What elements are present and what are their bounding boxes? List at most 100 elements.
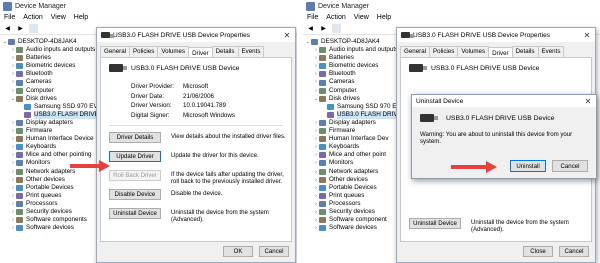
prop-value: 21/06/2006 <box>183 92 214 100</box>
tree-item-label: Portable Devices <box>26 183 74 191</box>
action-row: Update Driver Update the driver for this… <box>109 151 291 170</box>
device-category-icon <box>16 128 23 135</box>
action-description: Update the driver for this device. <box>171 152 259 159</box>
menu-view[interactable]: View <box>354 14 369 21</box>
uninstall-button[interactable]: Uninstall <box>510 160 546 172</box>
tab-details[interactable]: Details <box>511 46 539 57</box>
tree-item-label: Computer <box>329 86 357 94</box>
dialog-footer: OK Cancel <box>223 246 289 257</box>
device-category-icon <box>319 160 326 167</box>
prop-key: Driver Version: <box>131 102 172 109</box>
tree-item-label: USB3.0 FLASH DRIV <box>337 110 398 119</box>
device-category-icon <box>319 119 326 126</box>
device-category-icon <box>16 217 23 224</box>
close-icon[interactable]: ✕ <box>580 97 596 106</box>
properties-icon[interactable] <box>332 24 341 33</box>
tree-item-label: Biometric devices <box>26 62 76 70</box>
prop-value: 10.0.19041.789 <box>183 102 227 109</box>
tree-item-label: Network adapters <box>26 167 76 175</box>
arrow-head <box>486 161 497 173</box>
device-category-icon <box>319 55 326 62</box>
device-category-icon <box>319 47 326 54</box>
tree-item-label: Bluetooth <box>26 70 53 78</box>
tab-events[interactable]: Events <box>537 46 565 57</box>
device-category-icon <box>16 119 23 126</box>
usb-drive-icon <box>420 114 438 122</box>
tree-item-label: Disk drives <box>329 94 360 102</box>
menu-file[interactable]: File <box>4 14 15 21</box>
usb-drive-icon <box>401 32 414 38</box>
tree-item-label: DESKTOP-4D8JAK4 <box>18 38 77 45</box>
update-driver-button[interactable]: Update Driver <box>109 151 161 162</box>
tab-events[interactable]: Events <box>237 46 265 57</box>
tab-details[interactable]: Details <box>211 46 239 57</box>
prop-key: Digital Signer: <box>131 111 170 119</box>
device-category-icon <box>319 176 326 183</box>
menu-help[interactable]: Help <box>377 14 391 21</box>
cancel-button[interactable]: Cancel <box>259 246 289 257</box>
tree-item-label: Cameras <box>329 78 355 86</box>
ok-button[interactable]: OK <box>223 246 253 257</box>
disable-device-button[interactable]: Disable Device <box>109 189 161 200</box>
tab-volumes[interactable]: Volumes <box>457 46 490 57</box>
device-category-icon <box>16 160 23 167</box>
prop-key: Driver Provider: <box>131 83 174 90</box>
device-header: USB3.0 FLASH DRIVE USB Device <box>420 114 588 122</box>
close-icon[interactable]: ✕ <box>279 31 295 40</box>
device-manager-icon <box>3 1 12 11</box>
properties-icon[interactable] <box>29 24 38 33</box>
usb-drive-icon <box>101 32 114 38</box>
device-category-icon <box>319 79 326 86</box>
tree-item-label: Other devices <box>26 175 65 183</box>
back-icon[interactable]: ◀ <box>306 24 315 33</box>
menu-file[interactable]: File <box>307 14 318 21</box>
menu-action[interactable]: Action <box>23 14 42 21</box>
tree-item-label: Batteries <box>26 54 51 62</box>
tree-item-label: Human Interface Device <box>26 135 94 143</box>
device-category-icon <box>319 87 326 94</box>
cancel-button[interactable]: Cancel <box>559 246 589 257</box>
uninstall-device-button[interactable]: Uninstall Device <box>409 218 461 229</box>
warning-text: Warning: You are about to uninstall this… <box>420 131 573 145</box>
menu-view[interactable]: View <box>51 14 66 21</box>
menu-bar: File Action View Help <box>0 12 297 23</box>
tab-volumes[interactable]: Volumes <box>157 46 190 57</box>
menu-bar: File Action View Help <box>303 12 600 23</box>
tree-item-label: Print queues <box>329 191 365 199</box>
cancel-button[interactable]: Cancel <box>552 160 588 172</box>
dialog-titlebar: USB3.0 FLASH DRIVE USB Device Properties… <box>97 28 295 42</box>
tab-general[interactable]: General <box>400 46 431 57</box>
uninstall-device-dialog: Uninstall Device ✕ USB3.0 FLASH DRIVE US… <box>411 94 597 179</box>
close-button[interactable]: Close <box>523 246 553 257</box>
tree-item-label: Portable Devices <box>329 183 377 191</box>
menu-help[interactable]: Help <box>74 14 88 21</box>
close-icon[interactable]: ✕ <box>579 31 595 40</box>
action-description: If the device fails after updating the d… <box>171 171 284 185</box>
window-title: Device Manager <box>15 2 66 10</box>
tree-item-label: Network adapters <box>329 167 379 175</box>
device-category-icon <box>16 95 23 102</box>
tab-policies[interactable]: Policies <box>429 46 459 57</box>
device-category-icon <box>16 168 23 175</box>
menu-action[interactable]: Action <box>326 14 345 21</box>
tree-item-label: Computer <box>26 86 54 94</box>
device-category-icon <box>16 225 23 232</box>
tree-item-label: Audio inputs and outputs <box>26 46 96 54</box>
driver-details-button[interactable]: Driver Details <box>109 132 161 143</box>
back-icon[interactable]: ◀ <box>3 24 12 33</box>
device-category-icon <box>16 136 23 143</box>
forward-icon[interactable]: ▶ <box>319 24 328 33</box>
uninstall-device-button[interactable]: Uninstall Device <box>109 208 161 219</box>
tree-item-label: Security devices <box>329 207 375 215</box>
dialog-footer: Uninstall Cancel <box>510 160 588 172</box>
tab-general[interactable]: General <box>100 46 131 57</box>
forward-icon[interactable]: ▶ <box>16 24 25 33</box>
tree-item-label: DESKTOP-4D8JAK4 <box>321 38 380 45</box>
tree-item-label: Biometric devices <box>329 62 379 70</box>
tab-policies[interactable]: Policies <box>129 46 159 57</box>
dialog-title: Uninstall Device <box>416 97 464 105</box>
pointer-arrow <box>70 160 110 172</box>
properties-dialog: USB3.0 FLASH DRIVE USB Device Properties… <box>96 27 296 263</box>
roll-back-driver-button[interactable]: Roll Back Driver <box>109 170 161 181</box>
action-row: Disable Device Disable the device. <box>109 189 291 208</box>
